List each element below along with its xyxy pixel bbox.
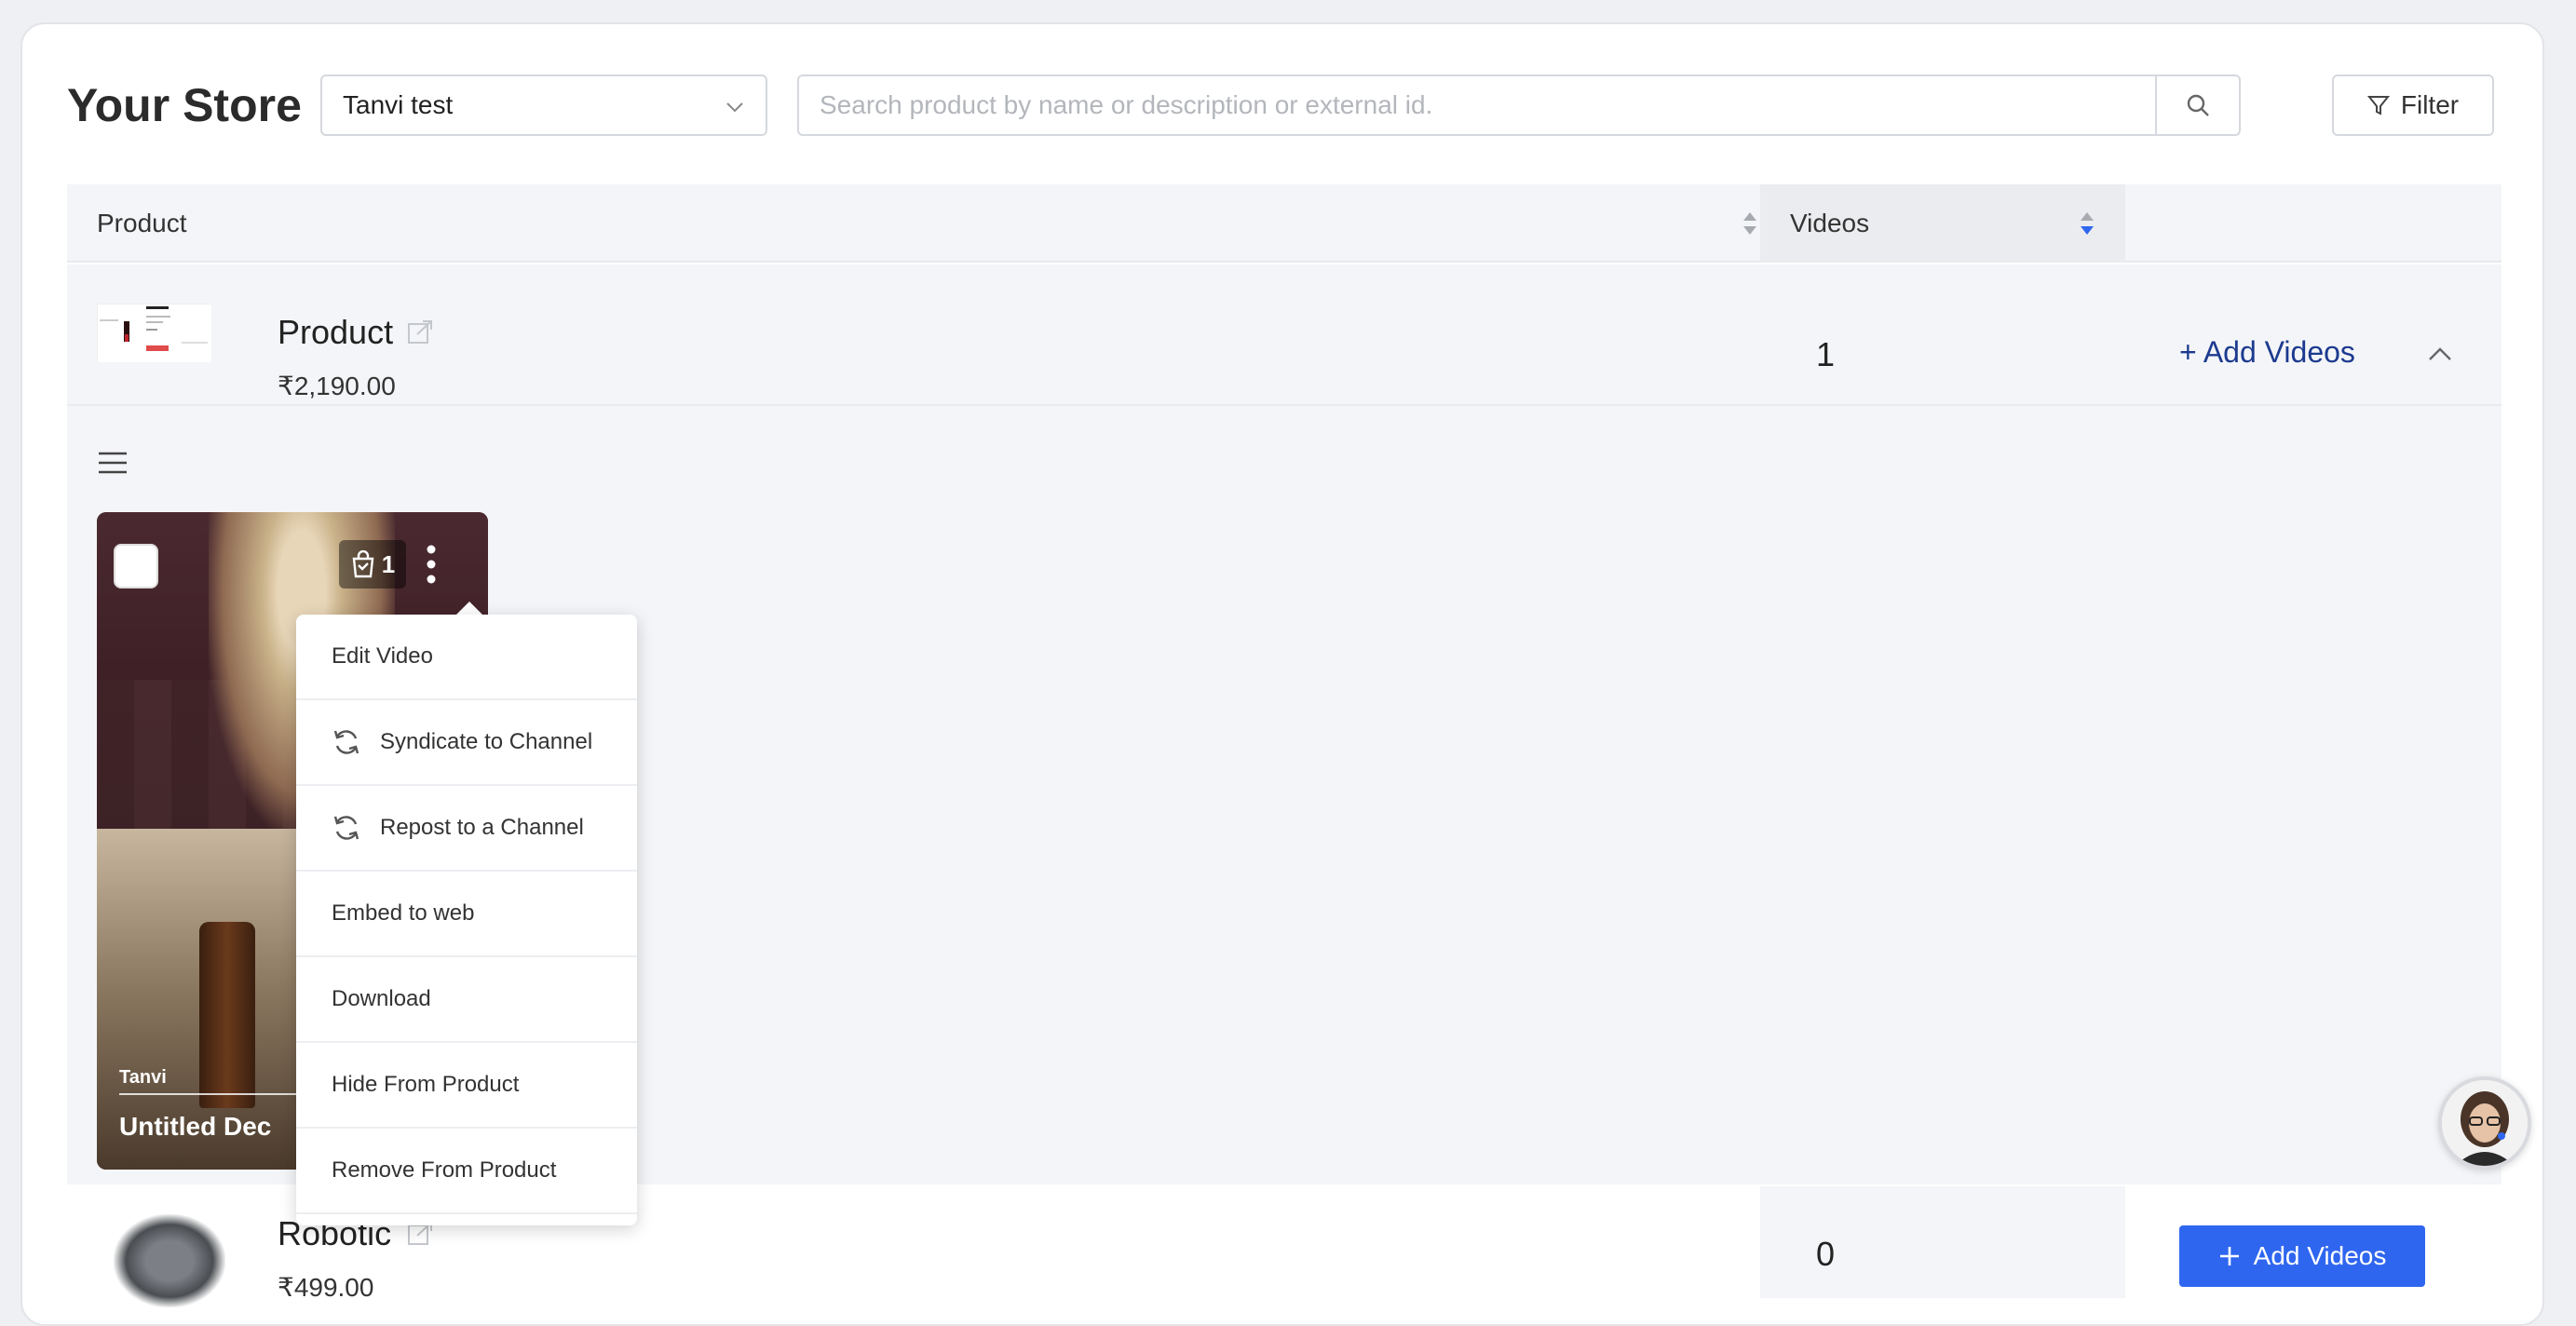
product-price: ₹2,190.00 [278,372,396,400]
external-link-icon[interactable] [406,318,434,346]
filter-button[interactable]: Filter [2332,74,2494,136]
video-count: 1 [1816,335,1836,373]
video-count: 0 [1816,1235,1836,1273]
support-chat-avatar[interactable] [2438,1076,2531,1170]
shopping-bag-icon [352,550,374,578]
menu-item-remove[interactable]: Remove From Product [296,1129,637,1214]
search-button[interactable] [2155,76,2239,134]
store-select[interactable]: Tanvi test [320,74,767,136]
drag-handle-icon[interactable] [99,451,127,475]
menu-item-hide[interactable]: Hide From Product [296,1043,637,1129]
menu-item-embed[interactable]: Embed to web [296,872,637,957]
more-options-icon[interactable] [417,540,445,589]
video-title: Untitled Dec [119,1112,272,1141]
add-videos-button[interactable]: Add Videos [2179,1225,2425,1287]
menu-item-download[interactable]: Download [296,957,637,1043]
sync-icon [333,816,359,840]
tagged-products-badge[interactable]: 1 [339,540,406,589]
menu-item-syndicate[interactable]: Syndicate to Channel [296,700,637,786]
add-videos-link[interactable]: + Add Videos [2179,335,2355,370]
chevron-up-icon[interactable] [2427,345,2453,363]
plus-icon [2219,1247,2239,1265]
page-title: Your Store [67,79,302,131]
product-thumbnail [114,1214,225,1307]
product-price: ₹499.00 [278,1273,374,1302]
store-panel: Your Store Tanvi test Filter Product Vid… [20,22,2544,1326]
avatar-icon [2442,1080,2528,1166]
add-videos-label: + Add Videos [2179,335,2355,369]
video-author: Tanvi [119,1067,167,1088]
sync-icon [333,730,359,754]
column-header-product[interactable]: Product [97,209,187,238]
tagged-products-count: 1 [381,549,396,578]
table-header: Product Videos [67,184,2501,263]
column-header-videos[interactable]: Videos [1790,209,1869,238]
product-name: Product [278,313,394,351]
table-row[interactable]: Product ₹2,190.00 1 + Add Videos [67,264,2501,406]
search-bar [797,74,2241,136]
video-select-checkbox[interactable] [114,544,158,589]
chevron-down-icon [726,102,743,113]
product-thumbnail [97,304,211,362]
filter-label: Filter [2400,90,2460,119]
store-select-value: Tanvi test [343,90,454,119]
menu-item-edit-video[interactable]: Edit Video [296,615,637,700]
search-icon [2187,94,2209,116]
video-options-menu: Edit Video Syndicate to Channel Repost t… [296,615,637,1225]
add-videos-label: Add Videos [2253,1241,2387,1270]
sort-icon[interactable] [2079,210,2095,237]
column-header-videos-cell: Videos [1760,184,2125,263]
menu-item-repost[interactable]: Repost to a Channel [296,786,637,872]
sort-icon[interactable] [1742,210,1758,237]
search-input[interactable] [799,76,2155,134]
filter-icon [2366,96,2390,115]
